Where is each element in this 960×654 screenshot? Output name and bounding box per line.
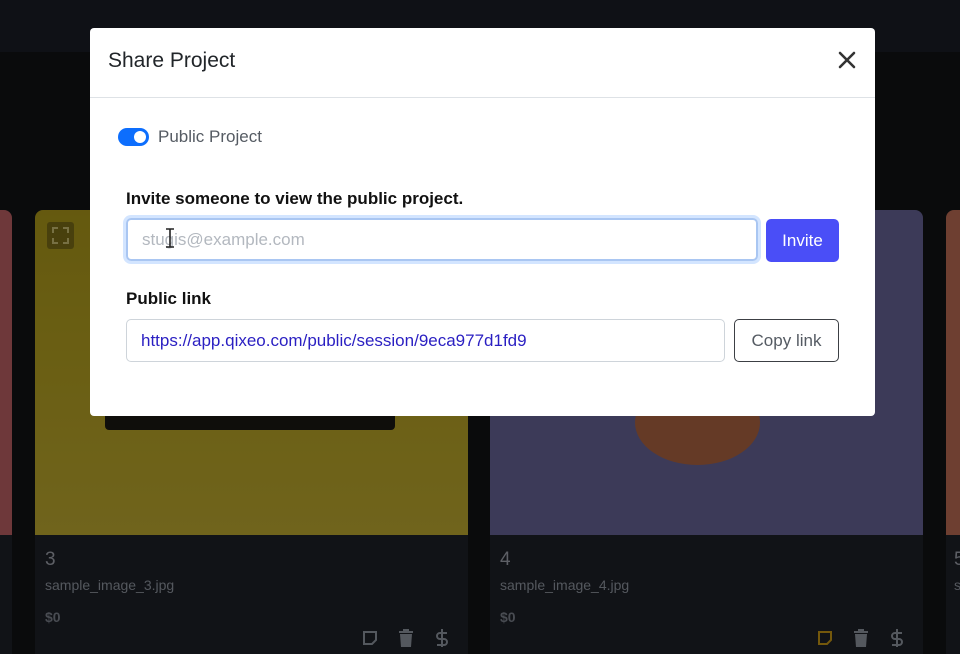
public-project-toggle-row: Public Project [118,127,262,147]
invite-button[interactable]: Invite [766,219,839,262]
text-cursor-icon [166,228,174,248]
copy-link-button[interactable]: Copy link [734,319,839,362]
public-project-label: Public Project [158,127,262,146]
invite-label: Invite someone to view the public projec… [126,189,464,208]
toggle-knob [134,131,146,143]
share-project-modal: Share Project Public Project Invite some… [90,28,875,416]
public-link-label: Public link [126,289,212,308]
close-button[interactable] [835,48,859,72]
close-icon [838,51,856,69]
modal-header: Share Project [90,28,875,98]
public-project-toggle[interactable] [118,128,149,146]
invite-email-input[interactable]: stugis@example.com [126,218,758,261]
public-link-field[interactable]: https://app.qixeo.com/public/session/9ec… [126,319,725,362]
modal-title: Share Project [108,49,236,72]
